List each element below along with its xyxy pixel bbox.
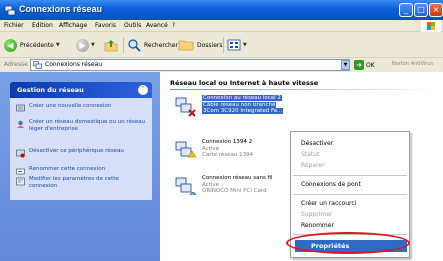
dropdown-arrow-icon[interactable]: ▼ (243, 42, 247, 48)
back-arrow-icon: ◀ (4, 38, 17, 52)
views-button[interactable]: ▼ (227, 36, 247, 54)
collapse-icon[interactable]: ˄ (138, 85, 148, 95)
connection-item[interactable]: Connexion au réseau local 2 Câble réseau… (174, 95, 394, 125)
address-label: Adresse (4, 61, 28, 68)
folders-icon (178, 40, 194, 51)
go-button[interactable]: ➜ OK (354, 60, 375, 70)
go-arrow-icon: ➜ (354, 60, 364, 70)
toolbar: ◀ Précédente ▼ ▶ ▼ Rechercher Dossiers ▼ (0, 32, 443, 58)
new-connection-icon (16, 104, 25, 112)
task-create-home-network[interactable]: Créer un réseau domestique ou un réseau … (16, 119, 147, 132)
menu-fichier[interactable]: Fichier (4, 22, 24, 29)
search-button[interactable]: Rechercher (127, 36, 178, 54)
wireless-connection-icon (175, 177, 197, 196)
task-pane: Gestion du réseau ˄ Créer une nouvelle c… (0, 72, 160, 261)
section-title: Réseau local ou Internet à haute vitesse (170, 79, 319, 87)
menu-item-connexions-de-pont[interactable]: Connexions de pont (301, 181, 361, 188)
dropdown-arrow-icon[interactable]: ▼ (56, 42, 60, 48)
title-bar[interactable]: Connexions réseau _ □ × (0, 0, 443, 20)
windows-logo-icon (421, 20, 441, 32)
section-divider (170, 89, 440, 90)
menu-item-reparer: Réparer (301, 162, 325, 169)
address-field[interactable]: Connexions réseau (30, 59, 350, 71)
task-rename-connection[interactable]: Renommer cette connexion (16, 166, 147, 176)
rename-icon (16, 168, 25, 175)
connection-device: ORINOCO Mini PCI Card (202, 188, 267, 194)
highlight-oval (286, 232, 410, 254)
settings-icon (16, 177, 25, 186)
menu-favoris[interactable]: Favoris (95, 22, 116, 29)
maximize-button[interactable]: □ (414, 3, 428, 17)
connection-status: Câble réseau non branché (202, 101, 277, 108)
window-title: Connexions réseau (19, 4, 103, 14)
go-label: OK (366, 61, 375, 69)
task-label: Renommer cette connexion (29, 166, 106, 172)
folders-label: Dossiers (197, 41, 223, 49)
connection-name: Connexion au réseau local 2 (202, 95, 282, 101)
task-label: Créer une nouvelle connexion (29, 103, 112, 109)
connection-name: Connexion réseau sans fil (202, 175, 273, 181)
task-disable-device[interactable]: Désactiver ce périphérique réseau (16, 148, 147, 158)
connection-device: Carte réseau 1394 (202, 152, 254, 158)
menu-help[interactable]: ? (172, 22, 175, 29)
menu-separator (293, 194, 407, 195)
back-button[interactable]: ◀ Précédente ▼ (4, 36, 60, 54)
search-icon (128, 39, 141, 52)
menu-item-renommer[interactable]: Renommer (301, 222, 334, 229)
task-create-connection[interactable]: Créer une nouvelle connexion (16, 103, 147, 113)
forward-arrow-icon: ▶ (76, 38, 89, 52)
search-label: Rechercher (144, 41, 178, 49)
connection-device: 3Com 3C920 Integrated Fa... (202, 108, 284, 114)
menu-item-creer-raccourci[interactable]: Créer un raccourci (301, 200, 356, 207)
lan-disconnected-icon (175, 97, 196, 117)
task-modify-settings[interactable]: Modifier les paramètres de cette connexi… (16, 176, 147, 189)
up-folder-button[interactable] (104, 36, 118, 54)
menu-item-supprimer: Supprimer (301, 211, 333, 218)
folders-button[interactable]: Dossiers (178, 36, 223, 54)
address-bar: Adresse Connexions réseau ▼ ➜ OK Norton … (0, 58, 443, 72)
home-network-icon (17, 120, 24, 128)
network-connections-icon (4, 5, 16, 16)
address-value: Connexions réseau (45, 61, 103, 68)
toolbar-separator (123, 37, 124, 53)
connexions-reseau-window: Connexions réseau _ □ × Fichier Edition … (0, 0, 443, 261)
norton-antivirus-toolbar[interactable]: Norton AntiVirus (392, 61, 433, 67)
back-label: Précédente (20, 41, 54, 49)
address-dropdown-button[interactable]: ▼ (341, 60, 350, 70)
network-tasks-box: Gestion du réseau ˄ Créer une nouvelle c… (10, 82, 152, 200)
menu-outils[interactable]: Outils (124, 22, 141, 29)
menu-separator (293, 175, 407, 176)
task-label: Modifier les paramètres de cette connexi… (29, 176, 119, 189)
connection-1394-icon (175, 141, 197, 158)
connection-name: Connexion 1394 2 (202, 139, 253, 145)
minimize-button[interactable]: _ (399, 3, 413, 17)
menu-bar: Fichier Edition Affichage Favoris Outils… (0, 20, 443, 32)
disable-device-icon (16, 149, 25, 158)
views-icon (227, 39, 241, 51)
task-list: Créer une nouvelle connexion Créer un ré… (10, 98, 152, 200)
network-connections-icon (33, 61, 42, 69)
task-label: Créer un réseau domestique ou un réseau … (29, 119, 146, 132)
toolbar-separator (223, 37, 224, 53)
menu-edition[interactable]: Edition (32, 22, 53, 29)
menu-affichage[interactable]: Affichage (59, 22, 87, 29)
close-button[interactable]: × (429, 3, 443, 17)
menu-item-desactiver[interactable]: Désactiver (301, 140, 333, 147)
menu-item-statut: Statut (301, 151, 320, 158)
task-box-title: Gestion du réseau (17, 86, 84, 94)
task-label: Désactiver ce périphérique réseau (29, 148, 124, 154)
menu-avance[interactable]: Avancé (146, 22, 168, 29)
dropdown-arrow-icon[interactable]: ▼ (91, 42, 95, 48)
forward-button[interactable]: ▶ ▼ (76, 36, 95, 54)
up-folder-icon (104, 40, 118, 52)
